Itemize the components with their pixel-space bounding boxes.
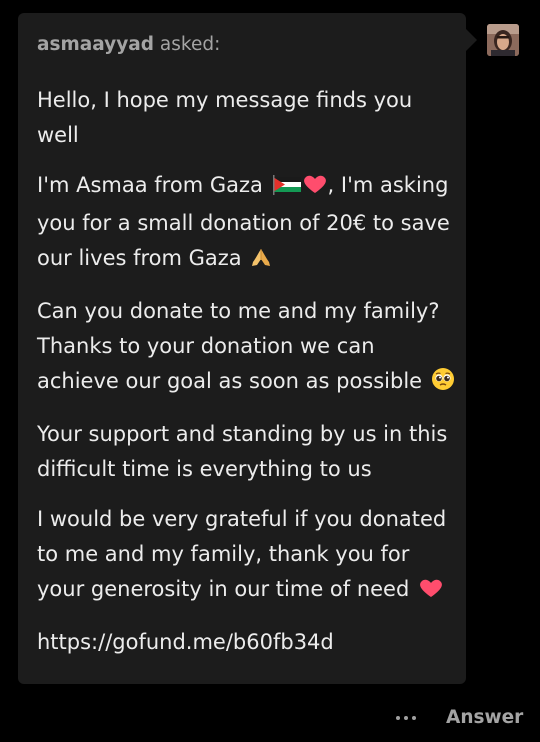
palestine-flag-heart-icon bbox=[272, 171, 328, 206]
paragraph-text: Can you donate to me and my family? Than… bbox=[37, 299, 440, 393]
paragraph-text: I'm Asmaa from Gaza bbox=[37, 173, 270, 197]
message-paragraph: Your support and standing by us in this … bbox=[37, 417, 455, 487]
message-paragraph: Can you donate to me and my family? Than… bbox=[37, 294, 455, 402]
answer-button[interactable]: Answer bbox=[446, 705, 523, 731]
asker-line: asmaayyad asked: bbox=[37, 32, 220, 58]
red-heart-icon bbox=[418, 575, 444, 610]
ellipsis-icon bbox=[412, 716, 416, 720]
paragraph-text: Your support and standing by us in this … bbox=[37, 422, 448, 481]
asker-suffix: asked: bbox=[154, 34, 221, 55]
card-pointer bbox=[466, 29, 477, 51]
asker-name[interactable]: asmaayyad bbox=[37, 34, 154, 55]
avatar-icon bbox=[487, 24, 519, 56]
ellipsis-icon bbox=[404, 716, 408, 720]
message-paragraph: I would be very grateful if you donated … bbox=[37, 502, 455, 610]
message-paragraph: Hello, I hope my message finds you well bbox=[37, 83, 455, 153]
donation-link[interactable]: https://gofund.me/b60fb34d bbox=[37, 630, 334, 654]
message-paragraph: I'm Asmaa from Gaza , I'm asking you for… bbox=[37, 168, 455, 279]
avatar[interactable] bbox=[487, 24, 519, 56]
folded-hands-icon bbox=[250, 244, 272, 279]
more-options-button[interactable] bbox=[392, 706, 420, 730]
message-paragraph: https://gofund.me/b60fb34d bbox=[37, 625, 455, 660]
ask-message: Hello, I hope my message finds you well … bbox=[37, 83, 455, 660]
pleading-face-icon bbox=[431, 367, 455, 402]
paragraph-text: Hello, I hope my message finds you well bbox=[37, 88, 413, 147]
paragraph-text: I would be very grateful if you donated … bbox=[37, 507, 447, 601]
ellipsis-icon bbox=[396, 716, 400, 720]
